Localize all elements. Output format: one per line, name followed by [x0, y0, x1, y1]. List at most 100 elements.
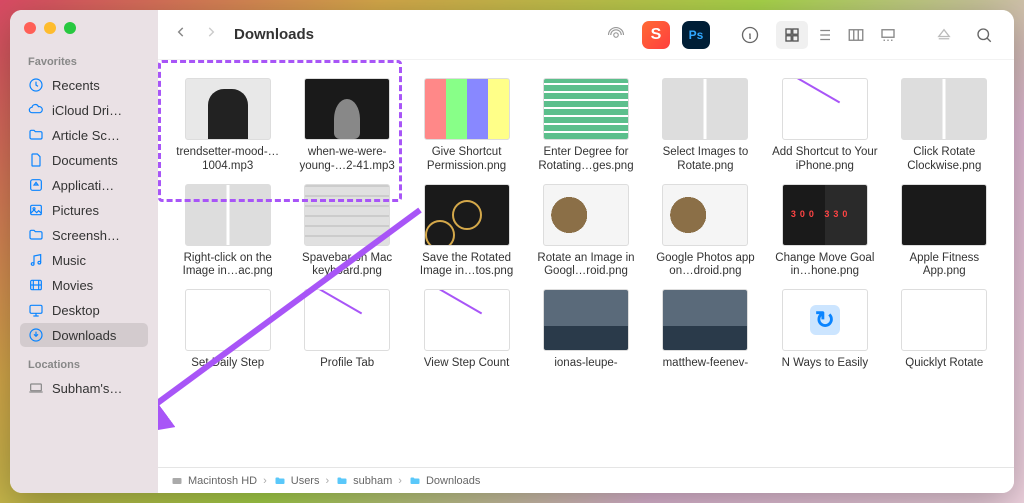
sidebar-item-music[interactable]: Music: [20, 248, 148, 272]
sidebar-item-pictures[interactable]: Pictures: [20, 198, 148, 222]
sidebar-item-downloads[interactable]: Downloads: [20, 323, 148, 347]
file-item[interactable]: Set Daily Step: [170, 289, 285, 371]
gallery-view-button[interactable]: [872, 21, 904, 49]
file-thumbnail: [901, 289, 987, 351]
close-button[interactable]: [24, 22, 36, 34]
minimize-button[interactable]: [44, 22, 56, 34]
icon-view-button[interactable]: [776, 21, 808, 49]
file-name: matthew-feenev-: [663, 357, 749, 371]
file-name: Right-click on the Image in…ac.png: [173, 252, 283, 280]
file-thumbnail: [424, 289, 510, 351]
window-title: Downloads: [234, 26, 314, 43]
file-item[interactable]: Profile Tab: [289, 289, 404, 371]
app-icon-photoshop[interactable]: Ps: [682, 21, 710, 49]
file-item[interactable]: ionas-leupe-: [528, 289, 643, 371]
file-thumbnail: [662, 289, 748, 351]
file-name: Spavebar on Mac keyboard.png: [292, 252, 402, 280]
sidebar-item-recents[interactable]: Recents: [20, 73, 148, 97]
file-thumbnail: [424, 184, 510, 246]
path-bar: Macintosh HD › Users › subham › Download…: [158, 467, 1014, 493]
file-thumbnail: [662, 78, 748, 140]
forward-button[interactable]: [204, 25, 218, 44]
file-name: Quicklyt Rotate: [905, 357, 983, 371]
maximize-button[interactable]: [64, 22, 76, 34]
file-item[interactable]: Click Rotate Clockwise.png: [887, 78, 1002, 174]
favorites-heading: Favorites: [20, 52, 148, 72]
file-name: Select Images to Rotate.png: [650, 146, 760, 174]
sidebar: Favorites Recents iCloud Dri… Article Sc…: [10, 10, 158, 493]
eject-icon[interactable]: [930, 21, 958, 49]
file-name: N Ways to Easily: [782, 357, 868, 371]
file-thumbnail: [782, 78, 868, 140]
file-item[interactable]: View Step Count: [409, 289, 524, 371]
file-item[interactable]: Google Photos app on…droid.png: [648, 184, 763, 280]
file-item[interactable]: Spavebar on Mac keyboard.png: [289, 184, 404, 280]
chevron-icon: ›: [396, 475, 404, 487]
file-item[interactable]: Select Images to Rotate.png: [648, 78, 763, 174]
movie-icon: [28, 277, 44, 293]
path-crumb[interactable]: Downloads: [408, 475, 480, 487]
file-thumbnail: [185, 184, 271, 246]
file-thumbnail: [304, 289, 390, 351]
file-thumbnail: [543, 78, 629, 140]
path-crumb[interactable]: Macintosh HD: [170, 475, 257, 487]
file-name: trendsetter-mood-…1004.mp3: [173, 146, 283, 174]
view-mode-segment: [776, 21, 904, 49]
file-name: Set Daily Step: [191, 357, 264, 371]
finder-window: Favorites Recents iCloud Dri… Article Sc…: [10, 10, 1014, 493]
file-item[interactable]: N Ways to Easily: [767, 289, 882, 371]
file-item[interactable]: trendsetter-mood-…1004.mp3: [170, 78, 285, 174]
sidebar-item-article[interactable]: Article Sc…: [20, 123, 148, 147]
chevron-icon: ›: [323, 475, 331, 487]
folder-icon: [28, 227, 44, 243]
locations-heading: Locations: [20, 355, 148, 375]
file-name: Change Move Goal in…hone.png: [770, 252, 880, 280]
list-view-button[interactable]: [808, 21, 840, 49]
search-button[interactable]: [970, 21, 998, 49]
file-item[interactable]: Enter Degree for Rotating…ges.png: [528, 78, 643, 174]
path-crumb[interactable]: subham: [335, 475, 392, 487]
file-item[interactable]: Quicklyt Rotate: [887, 289, 1002, 371]
file-thumbnail: [543, 289, 629, 351]
file-item[interactable]: Apple Fitness App.png: [887, 184, 1002, 280]
file-item[interactable]: Save the Rotated Image in…tos.png: [409, 184, 524, 280]
laptop-icon: [28, 380, 44, 396]
file-item[interactable]: Change Move Goal in…hone.png: [767, 184, 882, 280]
file-item[interactable]: Right-click on the Image in…ac.png: [170, 184, 285, 280]
clock-icon: [28, 77, 44, 93]
document-icon: [28, 152, 44, 168]
column-view-button[interactable]: [840, 21, 872, 49]
sidebar-item-icloud[interactable]: iCloud Dri…: [20, 98, 148, 122]
file-item[interactable]: when-we-were-young-…2-41.mp3: [289, 78, 404, 174]
music-icon: [28, 252, 44, 268]
file-thumbnail: [782, 289, 868, 351]
sidebar-item-applications[interactable]: Applicati…: [20, 173, 148, 197]
sidebar-item-documents[interactable]: Documents: [20, 148, 148, 172]
file-thumbnail: [662, 184, 748, 246]
file-item[interactable]: Give Shortcut Permission.png: [409, 78, 524, 174]
info-button[interactable]: [736, 21, 764, 49]
file-thumbnail: [901, 78, 987, 140]
file-name: Give Shortcut Permission.png: [412, 146, 522, 174]
window-controls: [10, 22, 158, 52]
app-icon: [28, 177, 44, 193]
sidebar-item-desktop[interactable]: Desktop: [20, 298, 148, 322]
file-item[interactable]: matthew-feenev-: [648, 289, 763, 371]
file-item[interactable]: Rotate an Image in Googl…roid.png: [528, 184, 643, 280]
main-pane: Downloads S Ps trend: [158, 10, 1014, 493]
file-item[interactable]: Add Shortcut to Your iPhone.png: [767, 78, 882, 174]
file-name: Add Shortcut to Your iPhone.png: [770, 146, 880, 174]
airdrop-icon[interactable]: [602, 21, 630, 49]
sidebar-item-computer[interactable]: Subham's…: [20, 376, 148, 400]
back-button[interactable]: [174, 25, 188, 44]
app-icon-s[interactable]: S: [642, 21, 670, 49]
file-thumbnail: [424, 78, 510, 140]
file-thumbnail: [185, 78, 271, 140]
path-crumb[interactable]: Users: [273, 475, 320, 487]
sidebar-item-movies[interactable]: Movies: [20, 273, 148, 297]
cloud-icon: [28, 102, 44, 118]
sidebar-item-screenshots[interactable]: Screensh…: [20, 223, 148, 247]
file-name: Profile Tab: [320, 357, 374, 371]
file-name: View Step Count: [424, 357, 509, 371]
download-icon: [28, 327, 44, 343]
